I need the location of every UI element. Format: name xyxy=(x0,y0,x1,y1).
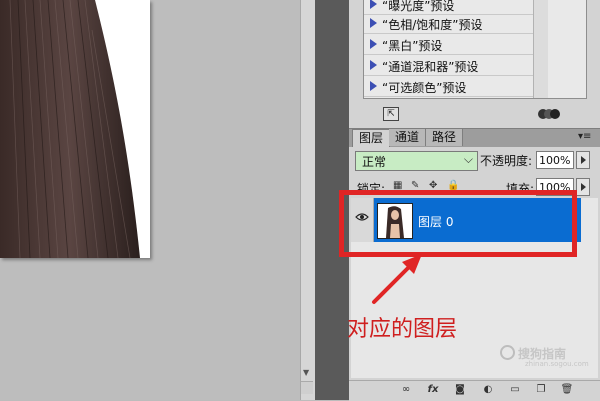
scroll-down-icon[interactable]: ▼ xyxy=(303,369,311,377)
fx-icon[interactable]: fx xyxy=(425,383,441,396)
tab-channels[interactable]: 通道 xyxy=(389,129,426,146)
adjustment-icon[interactable]: ◐ xyxy=(481,383,495,396)
preset-label: “黑白”预设 xyxy=(382,39,443,53)
trash-icon[interactable]: 🗑 xyxy=(560,383,574,396)
blend-mode-value: 正常 xyxy=(362,155,387,169)
vertical-scrollbar[interactable] xyxy=(300,0,315,400)
sogou-logo-icon xyxy=(500,345,515,360)
expand-triangle-icon[interactable] xyxy=(370,60,377,70)
scroll-corner xyxy=(301,381,313,394)
expand-triangle-icon[interactable] xyxy=(370,0,377,9)
blend-mode-select[interactable]: 正常 ⌵ xyxy=(355,151,478,171)
opacity-slider-arrow-icon[interactable] xyxy=(576,151,590,169)
expand-triangle-icon[interactable] xyxy=(370,18,377,28)
chevron-down-icon: ⌵ xyxy=(463,152,473,166)
preset-label: “可选颜色”预设 xyxy=(382,81,467,95)
preset-item[interactable]: “可选颜色”预设 xyxy=(364,76,534,97)
tab-paths[interactable]: 路径 xyxy=(426,129,463,146)
group-folder-icon[interactable]: ▭ xyxy=(508,383,522,396)
annotation-text: 对应的图层 xyxy=(347,317,458,342)
return-icon[interactable]: ⇱ xyxy=(383,107,399,121)
link-icon[interactable]: ∞ xyxy=(398,383,414,396)
annotation-arrow-icon xyxy=(372,254,422,304)
document-canvas[interactable] xyxy=(0,0,150,258)
hair-image xyxy=(0,0,140,258)
opacity-input[interactable]: 100% xyxy=(536,151,574,169)
tab-layers[interactable]: 图层 xyxy=(352,129,390,147)
preset-label: “曝光度”预设 xyxy=(382,0,455,13)
watermark-url: zhinan.sogou.com xyxy=(525,360,589,368)
preset-label: “色相/饱和度”预设 xyxy=(382,18,483,32)
new-layer-icon[interactable]: ❐ xyxy=(534,383,548,396)
mask-icon[interactable]: ◙ xyxy=(453,383,467,396)
fill-slider-arrow-icon[interactable] xyxy=(576,178,590,196)
highlight-box xyxy=(339,190,577,257)
presets-scrollbar[interactable] xyxy=(533,0,548,98)
clip-layers-icon[interactable] xyxy=(538,108,560,120)
preset-item[interactable]: “通道混和器”预设 xyxy=(364,55,534,76)
expand-triangle-icon[interactable] xyxy=(370,39,377,49)
panel-menu-icon[interactable]: ▾≡ xyxy=(578,131,591,142)
opacity-label: 不透明度: xyxy=(480,154,533,168)
preset-item[interactable]: “黑白”预设 xyxy=(364,34,534,55)
preset-item[interactable]: “色相/饱和度”预设 xyxy=(364,13,534,34)
expand-triangle-icon[interactable] xyxy=(370,81,377,91)
adjustment-presets-list: “曝光度”预设 “色相/饱和度”预设 “黑白”预设 “通道混和器”预设 “可选颜… xyxy=(363,0,587,99)
preset-label: “通道混和器”预设 xyxy=(382,60,479,74)
